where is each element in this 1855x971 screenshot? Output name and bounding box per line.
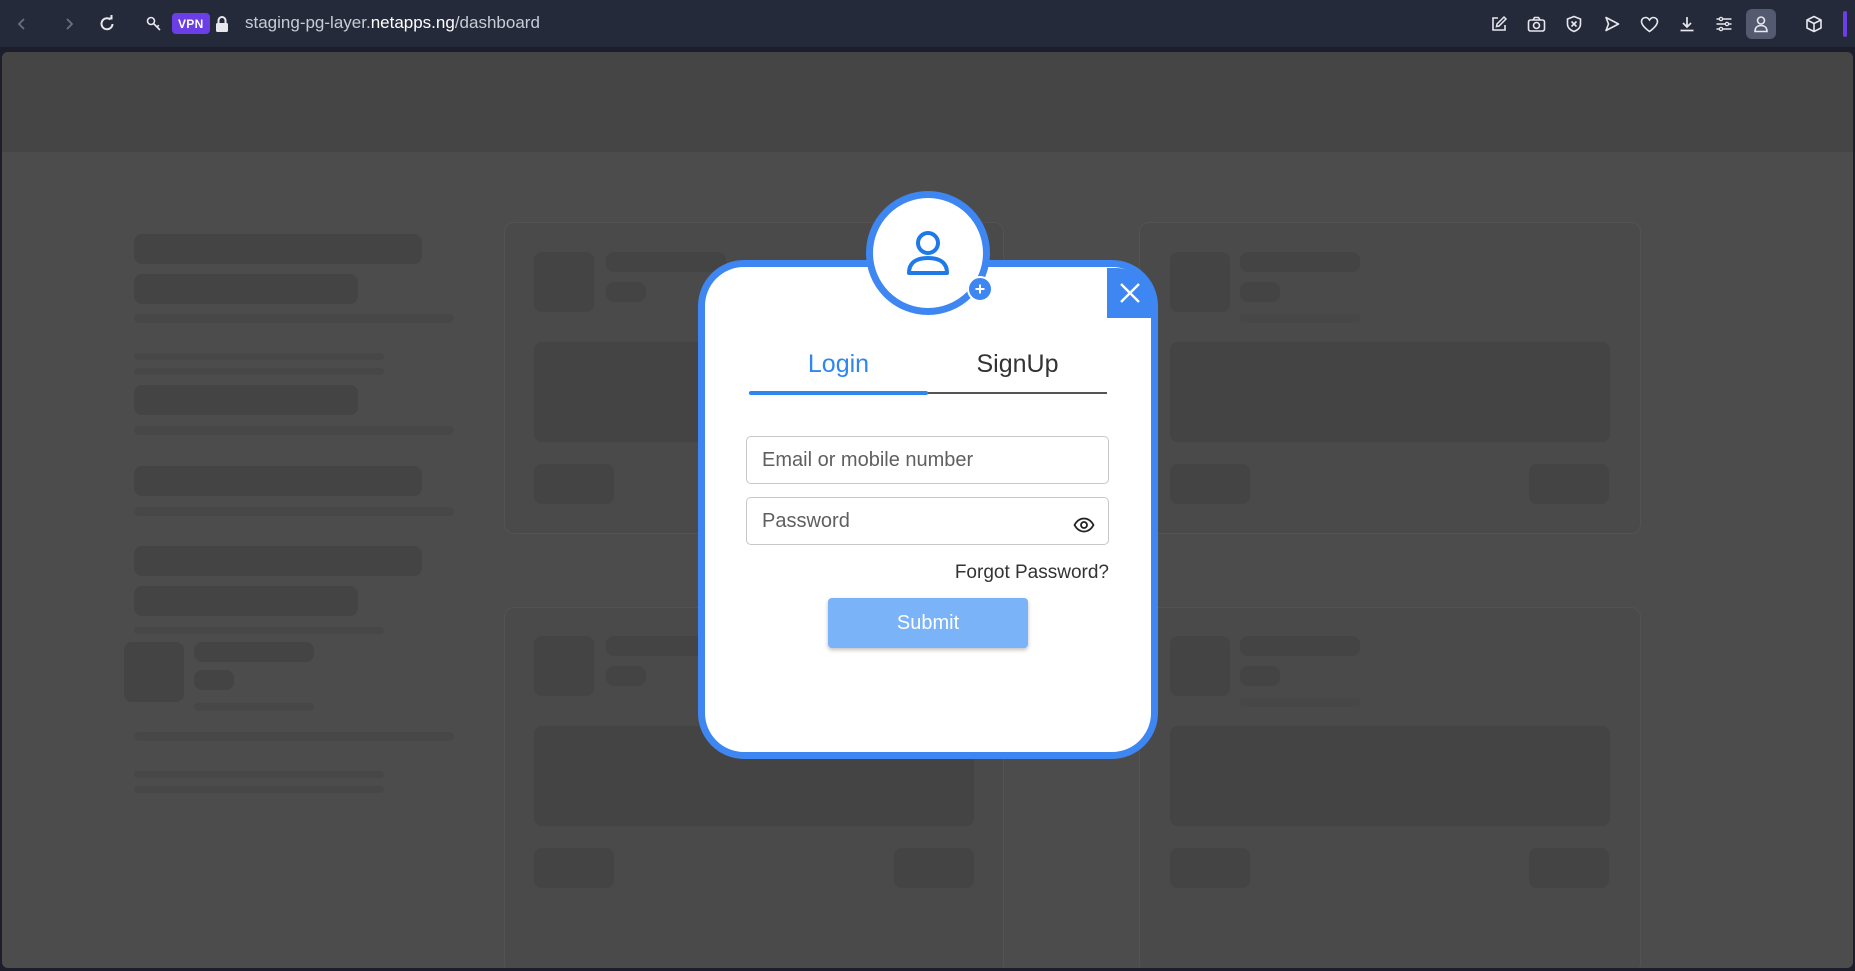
menu-icon [1716, 16, 1732, 32]
skeleton-block [1170, 464, 1250, 504]
downloads-button[interactable] [1674, 11, 1700, 37]
download-icon [1680, 17, 1694, 32]
adblock-button[interactable] [1561, 11, 1587, 37]
skeleton-block [534, 464, 614, 504]
shield-x-icon [1566, 15, 1582, 33]
chevron-left-icon [17, 18, 25, 30]
back-button[interactable] [9, 11, 35, 37]
active-tab-indicator [749, 391, 928, 395]
skeleton-avatar [124, 642, 184, 702]
flow-button[interactable] [1599, 11, 1625, 37]
key-icon [146, 16, 161, 31]
skeleton-block [134, 385, 358, 415]
profile-button[interactable] [1746, 9, 1776, 39]
skeleton-block [1529, 848, 1609, 888]
skeleton-block [534, 252, 594, 312]
profile-icon [1754, 16, 1768, 33]
skeleton-block [606, 282, 646, 302]
skeleton-block [1170, 636, 1230, 696]
skeleton-block [534, 848, 614, 888]
skeleton-line [194, 703, 314, 711]
vpn-badge[interactable]: VPN [172, 13, 210, 34]
tab-signup[interactable]: SignUp [928, 338, 1107, 394]
address-bar[interactable]: staging-pg-layer.netapps.ng/dashboard [245, 13, 540, 33]
tab-login[interactable]: Login [749, 338, 928, 394]
skeleton-block [134, 466, 422, 496]
skeleton-block [134, 546, 422, 576]
extensions-button[interactable] [1801, 11, 1827, 37]
url-path: /dashboard [454, 13, 540, 32]
skeleton-line [134, 627, 384, 634]
url-host: netapps.ng [370, 13, 455, 32]
skeleton-line [1240, 314, 1360, 323]
browser-toolbar: VPN staging-pg-layer.netapps.ng/dashboar… [0, 0, 1855, 47]
favorites-button[interactable] [1636, 11, 1662, 37]
skeleton-line [134, 507, 454, 516]
forward-button[interactable] [56, 11, 82, 37]
lock-button[interactable] [209, 11, 235, 37]
lock-icon [216, 16, 228, 32]
sidebar-accent [1843, 11, 1847, 37]
chevron-right-icon [66, 18, 74, 30]
email-field[interactable] [746, 436, 1109, 484]
skeleton-line [134, 426, 454, 435]
easy-setup-button[interactable] [1711, 11, 1737, 37]
url-prefix: staging-pg-layer. [245, 13, 371, 32]
site-tools-button[interactable] [141, 11, 167, 37]
skeleton-block [894, 848, 974, 888]
add-user-badge [967, 276, 993, 302]
skeleton-line [134, 314, 454, 323]
skeleton-block [1170, 342, 1610, 442]
skeleton-line [1240, 698, 1360, 707]
reload-icon [100, 15, 114, 31]
skeleton-block [1240, 636, 1360, 656]
close-icon [1119, 283, 1140, 303]
auth-tabs: Login SignUp [749, 338, 1107, 395]
skeleton-line [134, 786, 384, 793]
password-field[interactable] [746, 497, 1109, 545]
send-icon [1605, 16, 1620, 32]
skeleton-block [1170, 252, 1230, 312]
skeleton-block [194, 642, 314, 662]
plus-icon [975, 284, 985, 294]
skeleton-block [606, 252, 726, 272]
toggle-password-visibility[interactable] [1072, 513, 1096, 537]
skeleton-block [1240, 666, 1280, 686]
skeleton-block [1240, 252, 1360, 272]
user-icon [907, 231, 949, 275]
edit-button[interactable] [1486, 11, 1512, 37]
skeleton-block [1170, 848, 1250, 888]
reload-button[interactable] [94, 11, 120, 37]
submit-button[interactable]: Submit [828, 598, 1028, 648]
skeleton-block [1170, 726, 1610, 826]
camera-icon [1527, 16, 1545, 32]
skeleton-block [134, 234, 422, 264]
page-header-skeleton [2, 52, 1853, 152]
screenshot-button[interactable] [1523, 11, 1549, 37]
pen-square-icon [1492, 15, 1508, 31]
skeleton-block [134, 586, 358, 616]
skeleton-line [134, 771, 384, 778]
skeleton-line [134, 732, 454, 741]
skeleton-block [1240, 282, 1280, 302]
heart-icon [1640, 16, 1658, 32]
forgot-password-link[interactable]: Forgot Password? [955, 562, 1109, 584]
skeleton-line [134, 368, 384, 375]
skeleton-block [534, 636, 594, 696]
eye-icon [1073, 517, 1095, 533]
skeleton-block [194, 670, 234, 690]
cube-icon [1806, 15, 1822, 33]
skeleton-block [134, 274, 358, 304]
skeleton-block [1529, 464, 1609, 504]
skeleton-block [606, 666, 646, 686]
skeleton-line [134, 353, 384, 360]
